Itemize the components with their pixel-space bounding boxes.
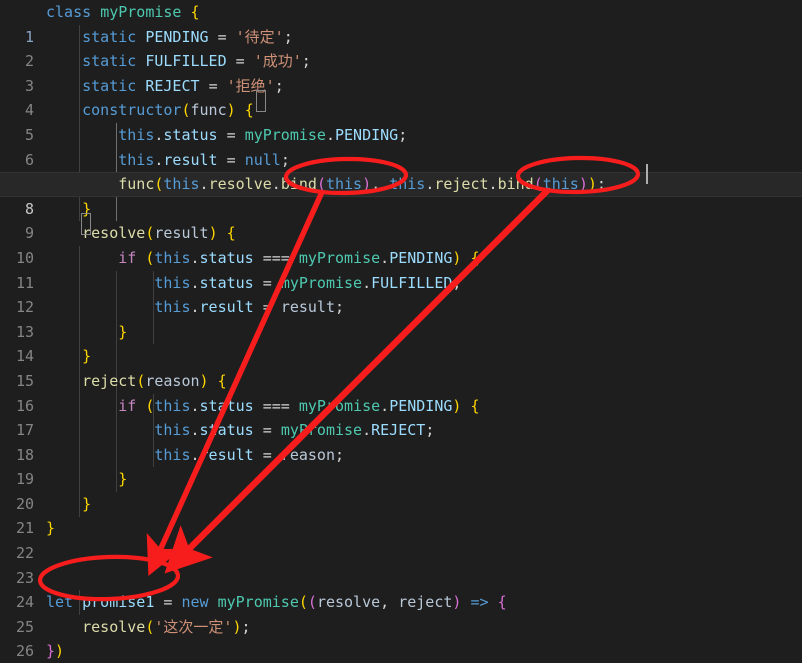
code-line[interactable]: 24 (0, 566, 802, 611)
line-content: if (this.status === myPromise.PENDING) { (118, 396, 480, 415)
line-content: this.status = myPromise.PENDING; (118, 125, 408, 144)
code-line[interactable]: 16 reject(reason) { (0, 369, 802, 415)
code-line[interactable]: 2 static PENDING = '待定'; (0, 25, 802, 71)
line-content: this.result = null; (118, 150, 290, 169)
code-line[interactable]: 22 } (0, 516, 802, 562)
line-content: } (46, 519, 56, 538)
line-content: }) (46, 642, 65, 661)
code-line[interactable]: 7 this.result = null; (0, 148, 802, 194)
code-line[interactable]: 3 static FULFILLED = '成功'; (0, 49, 802, 95)
code-line[interactable]: 11 if (this.status === myPromise.PENDING… (0, 246, 802, 292)
line-content: resolve('这次一定'); (82, 617, 251, 636)
code-line[interactable]: 12 this.status = myPromise.FULFILLED; (0, 271, 802, 317)
code-line[interactable]: 5 constructor(func) { (0, 98, 802, 144)
line-content: static PENDING = '待定'; (82, 27, 293, 46)
code-editor[interactable]: 1 class myPromise { 2 static PENDING = '… (0, 0, 802, 663)
code-line[interactable]: 23 (0, 541, 802, 587)
code-line[interactable]: 20 } (0, 467, 802, 513)
text-cursor (646, 164, 648, 184)
code-lines: 1 class myPromise { 2 static PENDING = '… (0, 0, 802, 663)
line-content: this.result = reason; (154, 445, 345, 464)
code-line[interactable]: 18 this.status = myPromise.REJECT; (0, 418, 802, 464)
code-line[interactable]: 10 resolve(result) { (0, 221, 802, 267)
line-content: } (118, 322, 128, 341)
code-line-active[interactable]: 8 func(this.resolve.bind(this), this.rej… (0, 172, 802, 218)
code-line[interactable]: 25 let promise1 = new myPromise((resolve… (0, 590, 802, 636)
code-line[interactable]: 17 if (this.status === myPromise.PENDING… (0, 394, 802, 440)
line-content: static FULFILLED = '成功'; (82, 52, 311, 71)
line-content: func(this.resolve.bind(this), this.rejec… (118, 175, 606, 194)
line-content: } (82, 199, 92, 218)
code-line[interactable]: 21 } (0, 492, 802, 538)
line-content: class myPromise { (46, 3, 200, 21)
code-editor-screenshot: 1 class myPromise { 2 static PENDING = '… (0, 0, 802, 663)
code-line[interactable]: 15 } (0, 344, 802, 390)
code-line[interactable]: 9 } (0, 197, 802, 243)
line-content: } (118, 470, 128, 489)
code-line[interactable]: 13 this.result = result; (0, 295, 802, 341)
line-content: this.result = result; (154, 298, 345, 317)
line-content: this.status = myPromise.REJECT; (154, 421, 435, 440)
code-line[interactable]: 27 }) (0, 639, 802, 663)
code-line[interactable]: 1 class myPromise { (0, 0, 802, 46)
code-line[interactable]: 6 this.status = myPromise.PENDING; (0, 123, 802, 169)
line-content: constructor(func) { (82, 101, 254, 120)
line-content: } (82, 347, 92, 366)
line-content: } (82, 494, 92, 513)
line-content: reject(reason) { (82, 371, 227, 390)
code-line[interactable]: 4 static REJECT = '拒绝'; (0, 74, 802, 120)
line-content: static REJECT = '拒绝'; (82, 76, 284, 95)
line-content: if (this.status === myPromise.PENDING) { (118, 248, 480, 267)
code-line[interactable]: 14 } (0, 320, 802, 366)
code-line[interactable]: 19 this.result = reason; (0, 443, 802, 489)
line-content: resolve(result) { (82, 224, 236, 243)
line-content: this.status = myPromise.FULFILLED; (154, 273, 462, 292)
code-line[interactable]: 26 resolve('这次一定'); (0, 615, 802, 661)
line-content: let promise1 = new myPromise((resolve, r… (46, 593, 507, 612)
